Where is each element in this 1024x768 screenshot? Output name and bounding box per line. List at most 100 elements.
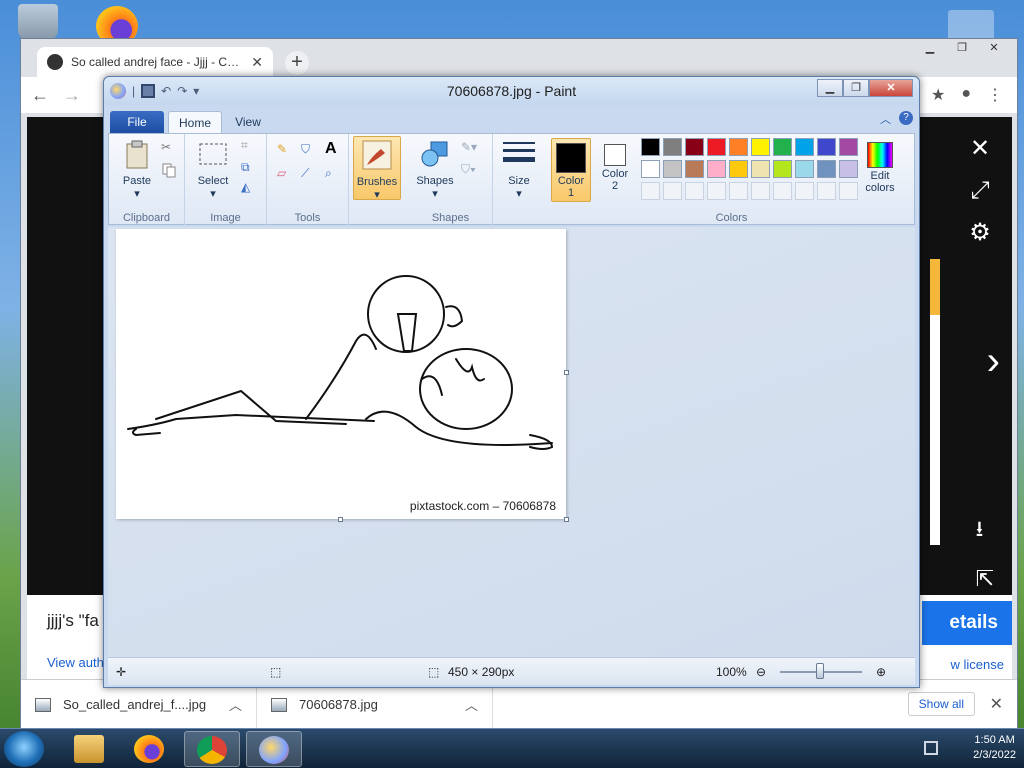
shapes-button[interactable]: Shapes ▾ <box>413 138 457 200</box>
profile-avatar-icon[interactable]: ● <box>961 85 971 105</box>
colors-group-label: Colors <box>715 212 748 224</box>
tab-close-icon[interactable]: ✕ <box>251 54 263 71</box>
chevron-up-icon[interactable]: ︿ <box>229 695 242 714</box>
rotate-icon[interactable]: ◭ <box>241 180 259 198</box>
clock[interactable]: 1:50 AM 2/3/2022 <box>973 733 1016 763</box>
fill-bucket-icon[interactable]: ⛉ <box>301 142 319 160</box>
pencil-icon[interactable]: ✎ <box>277 142 295 160</box>
chrome-menu-icon[interactable]: ⋮ <box>987 85 1003 105</box>
magnifier-icon[interactable]: ⌕ <box>325 166 343 184</box>
paint-minimize-icon[interactable]: ▁ <box>817 79 843 97</box>
palette-swatch[interactable] <box>795 160 814 178</box>
taskbar-explorer[interactable] <box>62 731 118 767</box>
palette-empty-slot[interactable] <box>773 182 792 200</box>
palette-swatch[interactable] <box>729 138 748 156</box>
palette-swatch[interactable] <box>663 160 682 178</box>
brushes-button[interactable]: Brushes ▾ <box>353 136 401 201</box>
image-strip-top <box>930 259 940 315</box>
view-license-link[interactable]: w license <box>951 657 1004 672</box>
crop-icon[interactable]: ⌗ <box>241 138 259 156</box>
viewer-settings-gear-icon[interactable]: ⚙ <box>966 219 994 247</box>
zoom-slider-thumb[interactable] <box>816 663 824 679</box>
color-picker-icon[interactable]: ⟋ <box>301 166 319 184</box>
taskbar-firefox[interactable] <box>122 731 178 767</box>
palette-empty-slot[interactable] <box>663 182 682 200</box>
palette-empty-slot[interactable] <box>729 182 748 200</box>
help-icon[interactable]: ? <box>899 111 913 125</box>
palette-swatch[interactable] <box>685 160 704 178</box>
resize-icon[interactable]: ⧉ <box>241 160 259 178</box>
palette-swatch[interactable] <box>795 138 814 156</box>
palette-swatch[interactable] <box>685 138 704 156</box>
palette-swatch[interactable] <box>773 138 792 156</box>
palette-swatch[interactable] <box>839 160 858 178</box>
palette-empty-slot[interactable] <box>641 182 660 200</box>
tab-view[interactable]: View <box>222 111 274 133</box>
paste-button[interactable]: Paste ▾ <box>115 138 159 200</box>
forward-arrow-icon[interactable]: → <box>63 85 81 106</box>
zoom-out-icon[interactable]: ⊖ <box>756 665 766 679</box>
palette-swatch[interactable] <box>663 138 682 156</box>
drawing-canvas[interactable]: pixtastock.com – 70606878 <box>116 229 569 522</box>
resize-handle-right[interactable] <box>564 370 569 375</box>
viewer-download-icon[interactable]: ⭳ <box>976 512 994 550</box>
outline-icon[interactable]: ✎▾ <box>461 140 479 158</box>
color1-button[interactable]: Color 1 <box>551 138 591 202</box>
viewer-share-icon[interactable]: ⇱ <box>976 566 994 592</box>
ribbon-collapse-icon[interactable]: ︿ <box>880 111 891 127</box>
details-button[interactable]: etails <box>922 601 1012 645</box>
start-button[interactable] <box>4 731 44 767</box>
palette-swatch[interactable] <box>641 138 660 156</box>
viewer-next-chevron-icon[interactable]: › <box>987 339 1000 384</box>
downloads-close-icon[interactable]: ✕ <box>990 694 1003 714</box>
viewer-expand-icon[interactable]: ⤢ <box>966 177 994 205</box>
palette-empty-slot[interactable] <box>751 182 770 200</box>
text-tool-icon[interactable]: A <box>325 140 343 158</box>
recycle-bin-icon[interactable] <box>18 4 58 40</box>
palette-swatch[interactable] <box>773 160 792 178</box>
palette-swatch[interactable] <box>817 160 836 178</box>
taskbar-chrome[interactable] <box>184 731 240 767</box>
show-all-button[interactable]: Show all <box>907 692 975 716</box>
new-tab-button[interactable]: + <box>285 51 309 75</box>
resize-handle-bottom[interactable] <box>338 517 343 522</box>
palette-swatch[interactable] <box>729 160 748 178</box>
palette-swatch[interactable] <box>751 160 770 178</box>
tab-file[interactable]: File <box>110 111 164 133</box>
palette-empty-slot[interactable] <box>685 182 704 200</box>
palette-empty-slot[interactable] <box>839 182 858 200</box>
palette-empty-slot[interactable] <box>795 182 814 200</box>
color2-button[interactable]: Color 2 <box>595 138 635 202</box>
chrome-minimize-icon[interactable]: ▁ <box>915 39 945 57</box>
cut-icon[interactable]: ✂ <box>161 140 179 158</box>
palette-swatch[interactable] <box>707 138 726 156</box>
palette-empty-slot[interactable] <box>817 182 836 200</box>
paint-maximize-icon[interactable]: ❐ <box>843 79 869 97</box>
view-author-link[interactable]: View auth <box>47 655 104 670</box>
palette-swatch[interactable] <box>707 160 726 178</box>
palette-empty-slot[interactable] <box>707 182 726 200</box>
resize-handle-corner[interactable] <box>564 517 569 522</box>
palette-swatch[interactable] <box>751 138 770 156</box>
chrome-maximize-icon[interactable]: ❐ <box>947 39 977 57</box>
copy-icon[interactable] <box>161 162 179 180</box>
palette-swatch[interactable] <box>817 138 836 156</box>
size-button[interactable]: Size ▾ <box>497 138 541 200</box>
bookmark-star-icon[interactable]: ★ <box>931 85 945 105</box>
zoom-in-icon[interactable]: ⊕ <box>876 665 886 679</box>
tab-home[interactable]: Home <box>168 111 222 133</box>
edit-colors-button[interactable]: Edit colors <box>857 138 903 202</box>
back-arrow-icon[interactable]: ← <box>31 85 49 106</box>
chrome-close-icon[interactable]: ✕ <box>979 39 1009 57</box>
palette-swatch[interactable] <box>839 138 858 156</box>
palette-swatch[interactable] <box>641 160 660 178</box>
chevron-up-icon[interactable]: ︿ <box>465 695 478 714</box>
viewer-close-icon[interactable]: ✕ <box>966 135 994 163</box>
network-icon[interactable] <box>924 741 938 755</box>
eraser-icon[interactable]: ▱ <box>277 166 295 184</box>
fill-icon[interactable]: ⛉▾ <box>461 162 479 180</box>
paint-close-icon[interactable]: ✕ <box>869 79 913 97</box>
taskbar-paint[interactable] <box>246 731 302 767</box>
select-button[interactable]: Select ▾ <box>191 138 235 200</box>
browser-tab[interactable]: So called andrej face - Jjjj - Com ✕ <box>37 47 273 77</box>
